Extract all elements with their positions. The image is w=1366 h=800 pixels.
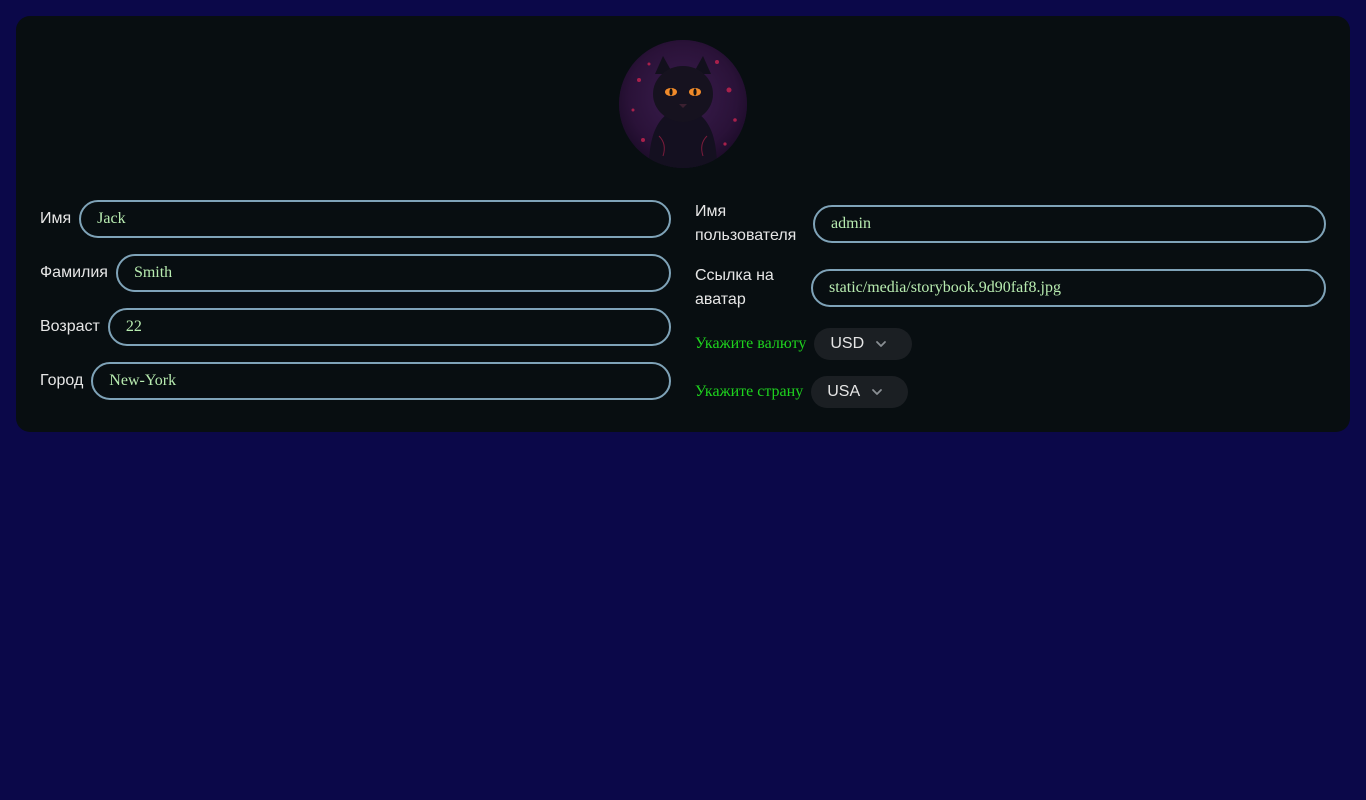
- country-row: Укажите страну USA: [695, 376, 909, 408]
- first-name-input[interactable]: [79, 200, 672, 238]
- last-name-row: Фамилия: [40, 254, 671, 292]
- last-name-label: Фамилия: [40, 264, 108, 281]
- city-label: Город: [40, 372, 84, 389]
- username-label: Имя пользователя: [695, 200, 805, 248]
- currency-select[interactable]: USD: [814, 328, 913, 360]
- first-name-label: Имя: [40, 210, 72, 227]
- first-name-row: Имя: [40, 200, 672, 238]
- avatar-link-row: Ссылка на аватар: [695, 264, 1326, 312]
- avatar-link-input[interactable]: [811, 269, 1326, 307]
- currency-row: Укажите валюту USD: [695, 328, 913, 360]
- username-label-line2: пользователя: [695, 227, 797, 244]
- chevron-down-icon: [876, 341, 887, 347]
- profile-card: Имя Фамилия Возраст Город Имя пользовате…: [16, 16, 1350, 432]
- chevron-down-icon: [872, 389, 883, 395]
- last-name-input[interactable]: [115, 254, 671, 292]
- country-label: Укажите страну: [695, 383, 804, 400]
- avatar-link-label-line1: Ссылка на: [695, 267, 774, 284]
- avatar-link-label-line2: аватар: [695, 291, 746, 308]
- city-row: Город: [40, 362, 672, 400]
- avatar: [619, 40, 747, 168]
- currency-label: Укажите валюту: [695, 335, 807, 352]
- country-select-value: USA: [827, 383, 861, 400]
- age-label: Возраст: [40, 318, 100, 335]
- username-row: Имя пользователя: [695, 200, 1326, 248]
- black-cat-avatar-icon: [619, 40, 747, 168]
- city-input[interactable]: [91, 362, 672, 400]
- country-select[interactable]: USA: [811, 376, 909, 408]
- username-input[interactable]: [813, 205, 1326, 243]
- age-input[interactable]: [107, 308, 671, 346]
- avatar-link-label: Ссылка на аватар: [695, 264, 803, 312]
- username-label-line1: Имя: [695, 203, 727, 220]
- age-row: Возраст: [40, 308, 671, 346]
- currency-select-value: USD: [830, 335, 865, 352]
